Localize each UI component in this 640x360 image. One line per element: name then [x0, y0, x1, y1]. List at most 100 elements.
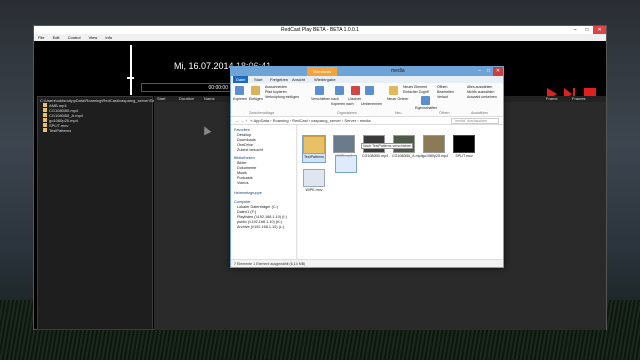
rename-icon[interactable]: [365, 86, 374, 95]
nav-item[interactable]: Playlisten (\\192.168.1.10) (I:): [237, 215, 287, 219]
minimize-icon[interactable]: –: [569, 26, 581, 34]
status-bar: 7 Elemente 1 Element ausgewählt (6,14 MB…: [231, 259, 503, 267]
video-thumbnail: [333, 135, 355, 153]
nav-libraries[interactable]: Bibliotheken: [234, 156, 255, 160]
nav-item[interactable]: Daten1 (F:): [237, 210, 256, 214]
tab-wiedergabe[interactable]: Wiedergabe: [311, 76, 339, 83]
video-thumbnail: [423, 135, 445, 153]
drag-tooltip: Nach TestPatterns verschieben: [361, 143, 413, 149]
history-button[interactable]: Verlauf: [437, 95, 448, 99]
menu-info[interactable]: Info: [105, 35, 112, 40]
file-icon: [43, 118, 47, 122]
nav-item[interactable]: OneDrive: [237, 143, 253, 147]
menu-control[interactable]: Control: [68, 35, 81, 40]
nav-favorites[interactable]: Favoriten: [234, 128, 250, 132]
explorer-titlebar: [231, 67, 503, 76]
new-item-button[interactable]: Neues Element: [403, 85, 427, 89]
tab-ansicht[interactable]: Ansicht: [289, 76, 308, 83]
nav-item[interactable]: public (\\192.168.1.10) (K:): [237, 220, 282, 224]
back-icon[interactable]: ←: [235, 118, 239, 123]
tree-item[interactable]: TestPatterns: [43, 128, 71, 133]
file-tile[interactable]: TestPatterns: [302, 135, 326, 163]
search-input[interactable]: "media" durchsuchen: [451, 118, 499, 124]
invert-selection-button[interactable]: Auswahl umkehren: [467, 95, 497, 99]
move-to-button[interactable]: Verschieben nach: [311, 97, 339, 101]
nav-item[interactable]: Podcasts: [237, 176, 253, 180]
file-icon: [43, 123, 47, 127]
properties-icon[interactable]: [421, 96, 430, 105]
properties-button[interactable]: Eigenschaften: [415, 106, 437, 110]
copy-to-button[interactable]: Kopieren nach: [331, 102, 354, 106]
nav-item[interactable]: Archive (\\192.168.1.10) (L:): [237, 225, 284, 229]
open-button[interactable]: Öffnen: [437, 85, 447, 89]
audio-meter: [130, 45, 132, 95]
ex-maximize-icon[interactable]: □: [484, 67, 493, 76]
nav-computer[interactable]: Computer: [234, 200, 251, 204]
maximize-icon[interactable]: □: [581, 26, 593, 34]
window-title: RedCast Play BETA - BETA 1.0.0.1: [34, 26, 606, 34]
menu-edit[interactable]: Edit: [53, 35, 60, 40]
breadcrumb[interactable]: « AppData › Roaming › RedCast › casparcg…: [250, 118, 370, 123]
nav-item[interactable]: Lokaler Datenträger (C:): [237, 205, 278, 209]
ex-minimize-icon[interactable]: –: [475, 67, 484, 76]
copy-button[interactable]: Kopieren: [233, 97, 247, 101]
copy-path-button[interactable]: Pfad kopieren: [265, 90, 287, 94]
paste-button[interactable]: Einfügen: [249, 97, 263, 101]
ribbon: Kopieren Einfügen Ausschneiden Pfad kopi…: [231, 83, 503, 117]
media-tree: C:\Users\oddso\AppData\Roaming\RedCast\c…: [37, 96, 162, 330]
status-text: 7 Elemente 1 Element ausgewählt (6,14 MB…: [234, 262, 306, 266]
nav-item[interactable]: Videos: [237, 181, 249, 185]
tab-freigeben[interactable]: Freigeben: [267, 76, 291, 83]
move-to-icon[interactable]: [315, 86, 324, 95]
nav-item[interactable]: Musik: [237, 171, 247, 175]
nav-homegroup[interactable]: Heimnetzgruppe: [234, 191, 262, 195]
select-all-button[interactable]: Alles auswählen: [467, 85, 492, 89]
delete-button[interactable]: Löschen: [348, 97, 361, 101]
folder-icon: [43, 128, 47, 132]
ex-close-icon[interactable]: ✕: [493, 67, 503, 76]
easy-access-button[interactable]: Einfacher Zugriff: [403, 90, 429, 94]
copy-to-icon[interactable]: [335, 86, 344, 95]
delete-icon[interactable]: [351, 86, 360, 95]
nav-item[interactable]: Downloads: [237, 138, 256, 142]
file-tile[interactable]: WIPE.mov: [302, 169, 326, 192]
up-icon[interactable]: ↑: [245, 118, 247, 123]
paste-shortcut-button[interactable]: Verknüpfung einfügen: [265, 95, 299, 99]
folder-icon: [303, 136, 325, 154]
group-clipboard: Zwischenablage: [249, 111, 275, 115]
nav-item[interactable]: Zuletzt besucht: [237, 148, 263, 152]
audio-level-marker[interactable]: [127, 77, 134, 79]
forward-icon[interactable]: →: [240, 118, 244, 123]
navigation-pane: Favoriten Desktop Downloads OneDrive Zul…: [231, 125, 297, 259]
new-folder-icon[interactable]: [389, 86, 398, 95]
video-thumbnail: [453, 135, 475, 153]
select-none-button[interactable]: Nichts auswählen: [467, 90, 494, 94]
context-tab-videotools[interactable]: Videotools: [307, 67, 337, 76]
explorer-window: Videotools media – □ ✕ Datei Start Freig…: [230, 66, 504, 268]
group-open: Öffnen: [439, 111, 450, 115]
rename-button[interactable]: Umbenennen: [361, 102, 382, 106]
file-tile[interactable]: go1080p25.mp4: [422, 135, 448, 158]
menu-bar: File Edit Control View Info: [34, 34, 606, 41]
file-tile[interactable]: SPLIT.mov: [452, 135, 476, 158]
ribbon-tabs: Datei Start Freigeben Ansicht Wiedergabe: [231, 76, 503, 83]
menu-file[interactable]: File: [38, 35, 44, 40]
nav-item[interactable]: Dokumente: [237, 166, 256, 170]
group-select: Auswählen: [471, 111, 489, 115]
explorer-title: media: [391, 68, 405, 74]
nav-item[interactable]: Bilder: [237, 161, 247, 165]
menu-view[interactable]: View: [89, 35, 98, 40]
copy-icon[interactable]: [235, 86, 244, 95]
file-icon: [43, 113, 47, 117]
tab-datei[interactable]: Datei: [233, 76, 249, 83]
edit-button[interactable]: Bearbeiten: [437, 90, 454, 94]
file-icon: [43, 103, 47, 107]
cut-button[interactable]: Ausschneiden: [265, 85, 287, 89]
file-icon: [43, 108, 47, 112]
new-folder-button[interactable]: Neuer Ordner: [387, 97, 408, 101]
close-icon[interactable]: ✕: [593, 26, 606, 34]
tab-start[interactable]: Start: [251, 76, 265, 83]
group-new: Neu: [395, 111, 402, 115]
nav-item[interactable]: Desktop: [237, 133, 251, 137]
paste-icon[interactable]: [251, 86, 260, 95]
